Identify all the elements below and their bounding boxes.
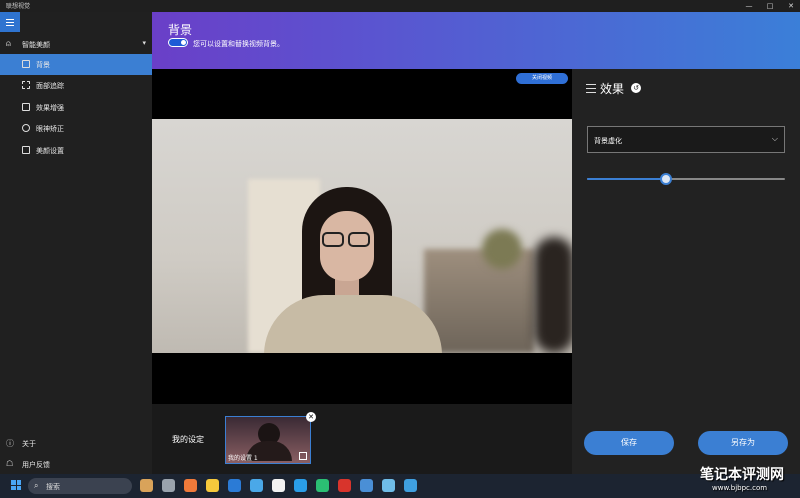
sidebar-item-label: 眼神矫正	[36, 125, 64, 133]
effect-select-value: 背景虚化	[594, 137, 622, 145]
preset-name: 我的设置 1	[228, 455, 258, 462]
person-icon: ⍝	[6, 39, 11, 48]
sidebar-item-eye-correction[interactable]: 眼神矫正	[0, 118, 152, 139]
sidebar-item-about[interactable]: ⓘ 关于	[0, 434, 152, 452]
windows-start-icon[interactable]	[11, 480, 21, 490]
save-button[interactable]: 保存	[584, 431, 674, 455]
preset-card[interactable]: 我的设置 1 ✕	[225, 412, 316, 464]
taskbar-app-icon[interactable]	[184, 479, 197, 492]
taskbar-app-icon[interactable]	[228, 479, 241, 492]
taskbar-app-icon[interactable]	[250, 479, 263, 492]
sidebar-item-label: 关于	[22, 440, 36, 448]
sidebar-group-label: 智能美颜	[22, 41, 50, 49]
save-as-button[interactable]: 另存为	[698, 431, 788, 455]
my-settings-strip: 我的设定 我的设置 1 ✕	[152, 404, 572, 474]
taskbar-app-icon[interactable]	[316, 479, 329, 492]
beauty-icon	[22, 146, 30, 154]
image-icon	[22, 60, 30, 68]
app-window: 联想视觉 — □ ✕ ⍝ 智能美颜 ▾ 背景 面部追踪 效果增强 眼神矫正 美颜…	[0, 0, 800, 498]
header-banner: 背景 您可以设置和替换视频背景。	[152, 12, 800, 69]
video-preview: 关闭视频	[152, 69, 572, 404]
taskbar-app-icon[interactable]	[294, 479, 307, 492]
taskbar-app-icon[interactable]	[272, 479, 285, 492]
maximize-button[interactable]: □	[763, 0, 777, 12]
taskbar: ⌕ 搜索	[0, 474, 800, 498]
sidebar-item-label: 效果增强	[36, 104, 64, 112]
taskbar-app-icon[interactable]	[140, 479, 153, 492]
caret-down-icon: ▾	[142, 39, 146, 47]
camera-feed	[152, 119, 572, 353]
sidebar-item-background[interactable]: 背景	[0, 54, 152, 75]
watermark-url: www.bjbpc.com	[712, 484, 768, 492]
page-description: 您可以设置和替换视频背景。	[193, 40, 284, 48]
effects-title: 效果	[600, 82, 625, 96]
taskbar-search[interactable]: ⌕ 搜索	[28, 478, 132, 494]
close-video-button[interactable]: 关闭视频	[516, 73, 568, 84]
close-window-button[interactable]: ✕	[784, 0, 798, 12]
taskbar-app-icon[interactable]	[404, 479, 417, 492]
slider-fill	[587, 178, 667, 180]
edit-icon[interactable]	[299, 452, 307, 460]
title-bar: 联想视觉 — □ ✕	[0, 0, 800, 12]
sidebar-group-beauty[interactable]: ⍝ 智能美颜 ▾	[0, 36, 152, 54]
taskbar-app-icon[interactable]	[206, 479, 219, 492]
sidebar: ⍝ 智能美颜 ▾ 背景 面部追踪 效果增强 眼神矫正 美颜设置 ⓘ 关于 ☖ 用…	[0, 12, 152, 474]
eye-icon	[22, 124, 30, 132]
enhance-icon	[22, 103, 30, 111]
remove-preset-button[interactable]: ✕	[306, 412, 316, 422]
feedback-icon: ☖	[6, 459, 14, 468]
reset-icon[interactable]: ↺	[631, 83, 641, 93]
sidebar-item-label: 美颜设置	[36, 147, 64, 155]
effects-panel: 效果 ↺ 背景虚化 ⌵ 保存 另存为	[572, 69, 800, 474]
background-toggle[interactable]	[168, 38, 188, 47]
sidebar-item-face-tracking[interactable]: 面部追踪	[0, 75, 152, 96]
blur-slider[interactable]	[587, 173, 785, 185]
slider-thumb[interactable]	[660, 173, 673, 185]
sidebar-item-label: 背景	[36, 61, 50, 69]
menu-button[interactable]	[0, 12, 20, 32]
sidebar-item-feedback[interactable]: ☖ 用户反馈	[0, 455, 152, 473]
window-title: 联想视觉	[6, 3, 31, 10]
sliders-icon	[586, 83, 596, 93]
watermark-logo: 笔记本评测网	[700, 467, 784, 483]
info-icon: ⓘ	[6, 439, 14, 448]
search-icon: ⌕	[34, 481, 39, 490]
sidebar-item-beauty-settings[interactable]: 美颜设置	[0, 140, 152, 161]
sidebar-item-label: 面部追踪	[36, 82, 64, 90]
minimize-button[interactable]: —	[742, 0, 756, 12]
hamburger-icon	[6, 19, 14, 20]
sidebar-item-enhance[interactable]: 效果增强	[0, 97, 152, 118]
chevron-down-icon: ⌵	[771, 134, 778, 143]
taskbar-app-icon[interactable]	[382, 479, 395, 492]
effect-select[interactable]: 背景虚化 ⌵	[587, 126, 785, 153]
taskbar-search-text: 搜索	[46, 483, 60, 491]
taskbar-app-icon[interactable]	[360, 479, 373, 492]
my-settings-label: 我的设定	[172, 435, 204, 444]
taskbar-app-icon[interactable]	[338, 479, 351, 492]
page-title: 背景	[168, 23, 193, 37]
sidebar-item-label: 用户反馈	[22, 461, 50, 469]
focus-frame-icon	[22, 81, 30, 89]
taskbar-app-icon[interactable]	[162, 479, 175, 492]
